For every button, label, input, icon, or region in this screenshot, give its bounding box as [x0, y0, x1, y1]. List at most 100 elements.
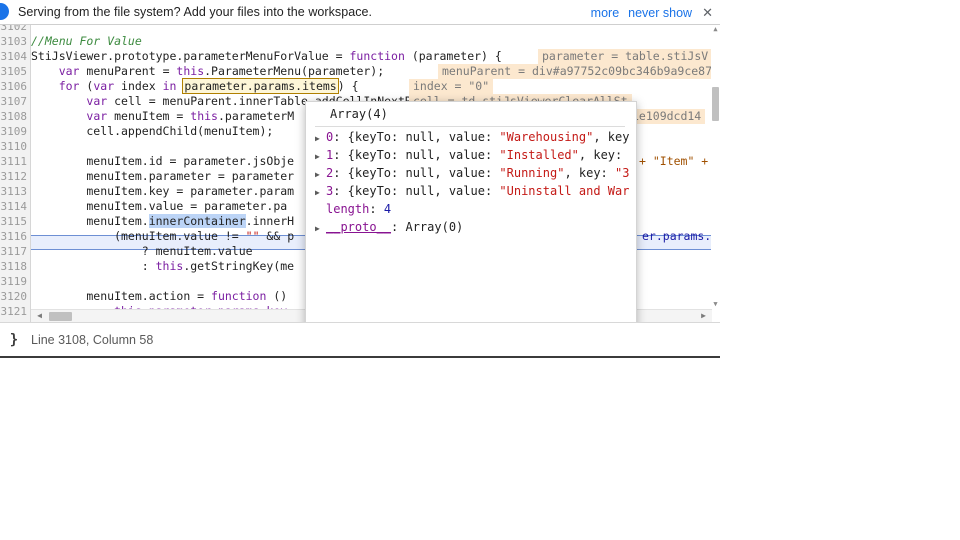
code-token-keyword: this [190, 109, 218, 123]
code-token-string: "" [245, 229, 260, 243]
property-tail: , key: [564, 166, 616, 180]
line-number: 3113 [0, 185, 28, 198]
code-line-3114: menuItem.value = parameter.pa [31, 199, 287, 214]
code-token: StiJsViewer.prototype.parameterMenuForVa… [31, 49, 350, 63]
line-number: 3107 [0, 95, 28, 108]
line-number-gutter: 3102 3103 3104 3105 3106 3107 3108 3109 … [0, 25, 31, 322]
line-number: 3118 [0, 260, 28, 273]
editor-hscroll-thumb[interactable] [49, 312, 72, 321]
code-token-keyword: this [176, 64, 205, 78]
code-line-3115: menuItem.innerContainer.innerH [31, 214, 294, 229]
line-number: 3111 [0, 155, 28, 168]
code-token: (menuItem.value != [31, 229, 246, 243]
property-row[interactable]: ▶ 0: {keyTo: null, value: "Warehousing", … [306, 128, 636, 146]
code-line-3118: : this.getStringKey(me [31, 259, 294, 274]
line-number: 3102 [0, 25, 28, 33]
inline-hint-3104: parameter = table.stiJsV [538, 49, 712, 64]
line-number: 3106 [0, 80, 28, 93]
line-number: 3109 [0, 125, 28, 138]
code-token-keyword: this [155, 259, 184, 273]
code-line-3106: for (var index in parameter.params.items… [31, 78, 359, 94]
line-number: 3115 [0, 215, 28, 228]
property-text: : {keyTo: null, value: [333, 148, 500, 162]
property-row[interactable]: ▶ 3: {keyTo: null, value: "Uninstall and … [306, 182, 636, 200]
inline-hint-3107-cont: 1e109dcd14 [628, 109, 706, 124]
line-number: 3116 [0, 230, 28, 243]
popup-divider [315, 126, 625, 127]
code-token-comment: //Menu For Value [31, 34, 142, 48]
pretty-print-icon[interactable]: } [5, 332, 23, 348]
scroll-left-icon[interactable]: ◀ [33, 310, 46, 322]
code-token-keyword: for [58, 79, 80, 93]
infobar-actions: more never show ✕ [591, 0, 714, 25]
code-line-3117: ? menuItem.value [31, 244, 253, 259]
inline-hint-3111: + "Item" + [635, 154, 712, 169]
property-row-proto[interactable]: ▶ __proto__: Array(0) [306, 218, 636, 238]
code-token: menuItem.value = parameter.pa [31, 199, 288, 213]
property-text: : {keyTo: null, value: [333, 184, 500, 198]
code-line-3108: var menuItem = this.parameterM [31, 109, 294, 124]
inline-hint-text: 1e109dcd14 [632, 109, 702, 123]
property-value: "Warehousing" [499, 130, 594, 144]
property-value: "Uninstall and War [499, 184, 630, 198]
scroll-right-icon[interactable]: ▶ [697, 310, 710, 322]
property-row[interactable]: ▶ 2: {keyTo: null, value: "Running", key:… [306, 164, 636, 182]
line-number: 3114 [0, 200, 28, 213]
code-token: : [31, 259, 156, 273]
cursor-position-label: Line 3108, Column 58 [31, 332, 154, 347]
property-text: : {keyTo: null, value: [333, 166, 500, 180]
selected-token[interactable]: innerContainer [148, 214, 246, 228]
code-token: index [114, 79, 163, 93]
code-token: () [266, 289, 288, 303]
infobar-more-link[interactable]: more [591, 6, 619, 20]
line-number: 3117 [0, 245, 28, 258]
scroll-down-icon[interactable]: ▼ [712, 300, 719, 309]
property-row[interactable]: ▶ 1: {keyTo: null, value: "Installed", ke… [306, 146, 636, 164]
code-token: .ParameterMenu(parameter); [204, 64, 385, 78]
editor-vertical-scrollbar[interactable]: ▲ ▼ [711, 25, 720, 309]
line-number: 3104 [0, 50, 28, 63]
line-number: 3103 [0, 35, 28, 48]
code-token: ) { [337, 79, 359, 93]
line-number: 3112 [0, 170, 28, 183]
editor-vscroll-thumb[interactable] [712, 87, 719, 121]
inline-hint-3106: index = "0" [409, 79, 494, 94]
workspace-infobar: Serving from the file system? Add your f… [0, 0, 720, 25]
window-bottom-edge [0, 356, 720, 358]
code-token: menuItem.parameter = parameter [31, 169, 295, 183]
code-line-3105: var menuParent = this.ParameterMenu(para… [31, 64, 384, 79]
close-icon[interactable]: ✕ [701, 6, 714, 19]
chevron-right-icon[interactable]: ▶ [315, 220, 326, 238]
code-token: .innerH [245, 214, 295, 228]
code-token: .parameterM [217, 109, 295, 123]
scroll-up-icon[interactable]: ▲ [712, 25, 719, 34]
line-number: 3105 [0, 65, 28, 78]
code-token: ? menuItem.value [31, 244, 253, 258]
property-value: "Installed" [499, 148, 579, 162]
length-value: 4 [383, 202, 392, 216]
inline-hint-text: parameter = table.stiJsV [542, 49, 709, 63]
code-line-3112: menuItem.parameter = parameter [31, 169, 294, 184]
line-number: 3121 [0, 305, 28, 318]
code-token-keyword: var [86, 94, 108, 108]
code-token: menuItem. [31, 214, 149, 228]
length-colon: : [369, 202, 384, 216]
code-line-3109: cell.appendChild(menuItem); [31, 124, 273, 139]
property-tail2: "3 [615, 166, 630, 180]
inline-hint-text: er.params.f [642, 229, 712, 243]
code-token: menuItem.action = [31, 289, 212, 303]
code-token: menuParent = [79, 64, 177, 78]
length-label: length [326, 202, 370, 216]
popup-property-list[interactable]: ▶ 0: {keyTo: null, value: "Warehousing", … [306, 128, 636, 325]
property-row-length: length: 4 [306, 200, 636, 218]
code-token: .getStringKey(me [183, 259, 295, 273]
object-inspector-popover[interactable]: Array(4) ▶ 0: {keyTo: null, value: "Wareh… [305, 101, 637, 351]
infobar-never-show-link[interactable]: never show [628, 6, 692, 20]
evaluated-expression-box[interactable]: parameter.params.items [182, 78, 339, 94]
code-line-3120: menuItem.action = function () [31, 289, 287, 304]
code-line-3116: (menuItem.value != "" && p [31, 229, 294, 244]
infobar-message: Serving from the file system? Add your f… [18, 5, 373, 19]
